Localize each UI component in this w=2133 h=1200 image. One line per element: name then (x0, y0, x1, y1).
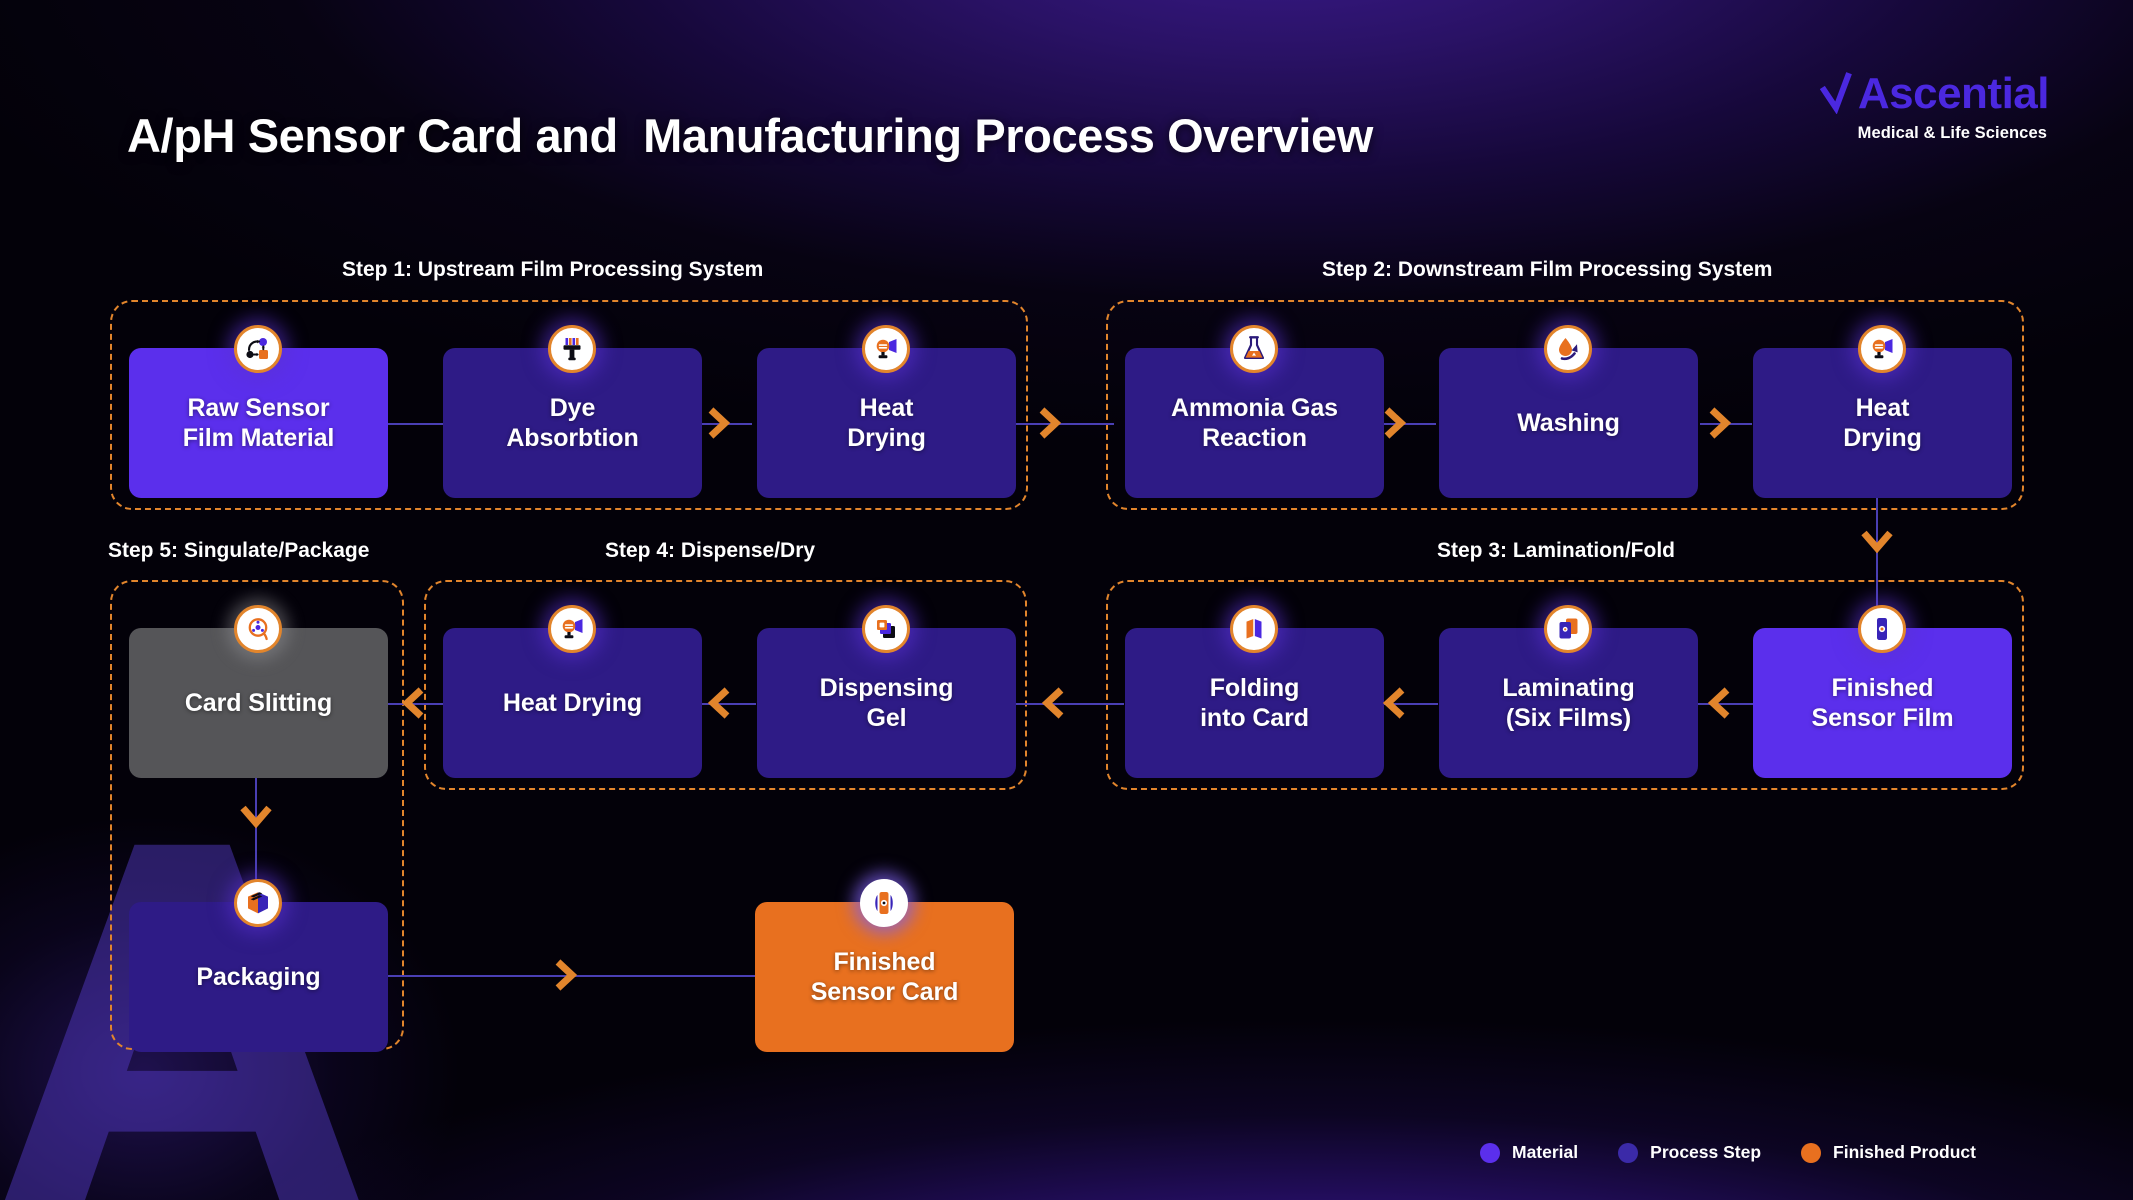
slide-canvas: A A/pH Sensor Card and Manufacturing Pro… (0, 0, 2133, 1200)
chevron-left-icon (706, 686, 732, 725)
connector-raw-to-dye (388, 423, 444, 425)
laminate-layers-icon (1544, 605, 1592, 653)
chevron-right-icon (553, 958, 579, 997)
heat-dryer-icon (548, 605, 596, 653)
slitting-reel-icon (234, 605, 282, 653)
brand-logo: Ascential Medical & Life Sciences (1819, 68, 2050, 143)
group-label-step2: Step 2: Downstream Film Processing Syste… (1322, 258, 1773, 281)
dye-brush-icon (548, 325, 596, 373)
group-label-step5: Step 5: Singulate/Package (108, 539, 370, 562)
group-label-step3: Step 3: Lamination/Fold (1437, 539, 1676, 562)
brand-tagline: Medical & Life Sciences (1857, 124, 2047, 142)
page-title: A/pH Sensor Card and Manufacturing Proce… (127, 109, 1373, 162)
gel-squares-icon (862, 605, 910, 653)
chevron-right-icon (1382, 406, 1408, 445)
chevron-down-icon (1860, 528, 1894, 561)
sensor-film-icon (1858, 605, 1906, 653)
legend-dot-material-icon (1480, 1142, 1500, 1163)
fold-card-icon (1230, 605, 1278, 653)
legend-item-process-step: Process Step (1618, 1142, 1761, 1163)
chevron-down-icon (239, 803, 273, 836)
group-label-step1: Step 1: Upstream Film Processing System (342, 258, 764, 281)
heat-dryer-icon (862, 325, 910, 373)
chevron-right-icon (1707, 406, 1733, 445)
legend-label-material: Material (1512, 1142, 1579, 1162)
legend-item-finished-product: Finished Product (1801, 1142, 1976, 1163)
chevron-left-icon (1381, 686, 1407, 725)
process-flow-icon (234, 325, 282, 373)
legend-item-material: Material (1480, 1142, 1578, 1163)
legend-dot-finished-product-icon (1801, 1142, 1822, 1163)
legend-label-finished-product: Finished Product (1833, 1142, 1976, 1162)
chevron-right-icon (706, 406, 732, 445)
chevron-right-icon (1037, 406, 1063, 445)
legend-label-process-step: Process Step (1650, 1142, 1762, 1162)
sensor-card-icon (860, 879, 908, 927)
chevron-left-icon (400, 686, 426, 725)
flask-icon (1230, 325, 1278, 373)
heat-dryer-icon (1858, 325, 1906, 373)
water-drop-icon (1544, 325, 1592, 373)
legend-dot-process-step-icon (1618, 1142, 1639, 1163)
chevron-left-icon (1040, 686, 1066, 725)
package-box-icon (234, 879, 282, 927)
brand-name: Ascential (1857, 68, 2050, 118)
chevron-left-icon (1706, 686, 1732, 725)
legend: Material Process Step Finished Product (1480, 1142, 1976, 1163)
group-label-step4: Step 4: Dispense/Dry (605, 539, 816, 562)
